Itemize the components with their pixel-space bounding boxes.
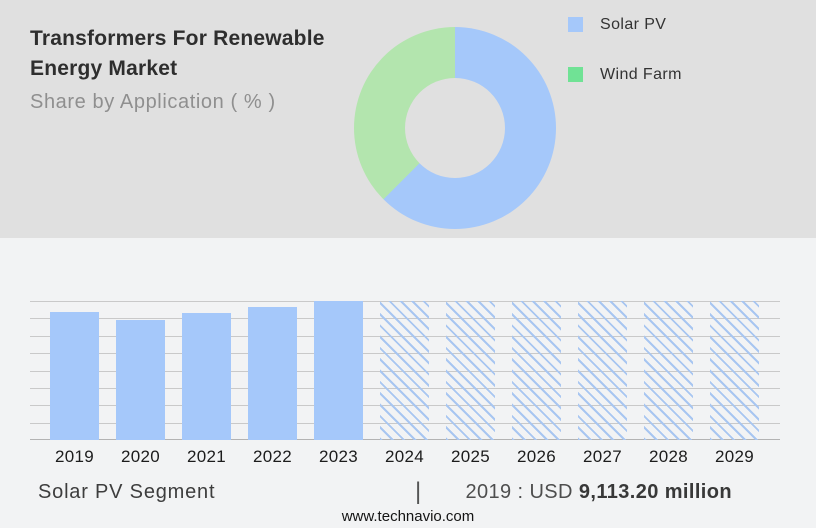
donut-hole [405,78,505,178]
infographic: Transformers For Renewable Energy Market… [0,0,816,528]
bar-2022 [248,307,297,440]
header-text-block: Transformers For Renewable Energy Market… [30,24,360,114]
x-axis-label-2019: 2019 [54,447,95,466]
forecast-bar-2025 [446,301,495,440]
x-axis-label-2024: 2024 [384,447,425,466]
header-band: Transformers For Renewable Energy Market… [0,0,816,238]
page-title-line2: Energy Market [30,57,178,80]
footer-link[interactable]: www.technavio.com [0,508,816,525]
bar-chart: 2019 2020 2021 2022 2023 2024 2025 2026 2027 2028… [30,301,780,466]
forecast-bar-2027 [578,301,627,440]
x-axis-label-2021: 2021 [186,447,227,466]
forecast-bar-2024 [380,301,429,440]
legend-swatch-wind-farm [568,67,583,82]
market-value-amount: 9,113.20 million [578,481,732,503]
forecast-bar-2028 [644,301,693,440]
page-title-line1: Transformers For Renewable [30,27,325,50]
x-axis-label-2022: 2022 [252,447,293,466]
x-axis-label-2025: 2025 [450,447,491,466]
forecast-bar-2026 [512,301,561,440]
x-axis-label-2026: 2026 [516,447,557,466]
x-axis-label-2023: 2023 [318,447,359,466]
bar-2021 [182,313,231,440]
bar-2023 [314,301,363,440]
legend-item-solar-pv: Solar PV [568,15,682,33]
caption-separator: | [415,478,422,505]
forecast-bar-2029 [710,301,759,440]
legend-label-solar-pv: Solar PV [600,15,667,33]
chart-subtitle: Share by Application ( % ) [30,91,276,113]
segment-caption: Solar PV Segment [38,481,216,503]
chart-band: 2019 2020 2021 2022 2023 2024 2025 2026 2027 2028… [0,238,816,528]
legend-item-wind-farm: Wind Farm [568,65,682,83]
x-axis-label-2029: 2029 [714,447,755,466]
legend-label-wind-farm: Wind Farm [600,65,682,83]
legend-swatch-solar-pv [568,17,583,32]
market-value-caption: 2019 : USD 9,113.20 million [465,481,732,504]
market-value-prefix: 2019 : USD [465,481,579,503]
bar-2019 [50,312,99,440]
donut-chart [354,27,556,229]
x-axis-label-2028: 2028 [648,447,689,466]
x-axis-label-2027: 2027 [582,447,623,466]
chart-legend: Solar PV Wind Farm [568,15,682,117]
page-title: Transformers For Renewable Energy Market [30,24,360,84]
bar-2020 [116,320,165,440]
x-axis-label-2020: 2020 [120,447,161,466]
